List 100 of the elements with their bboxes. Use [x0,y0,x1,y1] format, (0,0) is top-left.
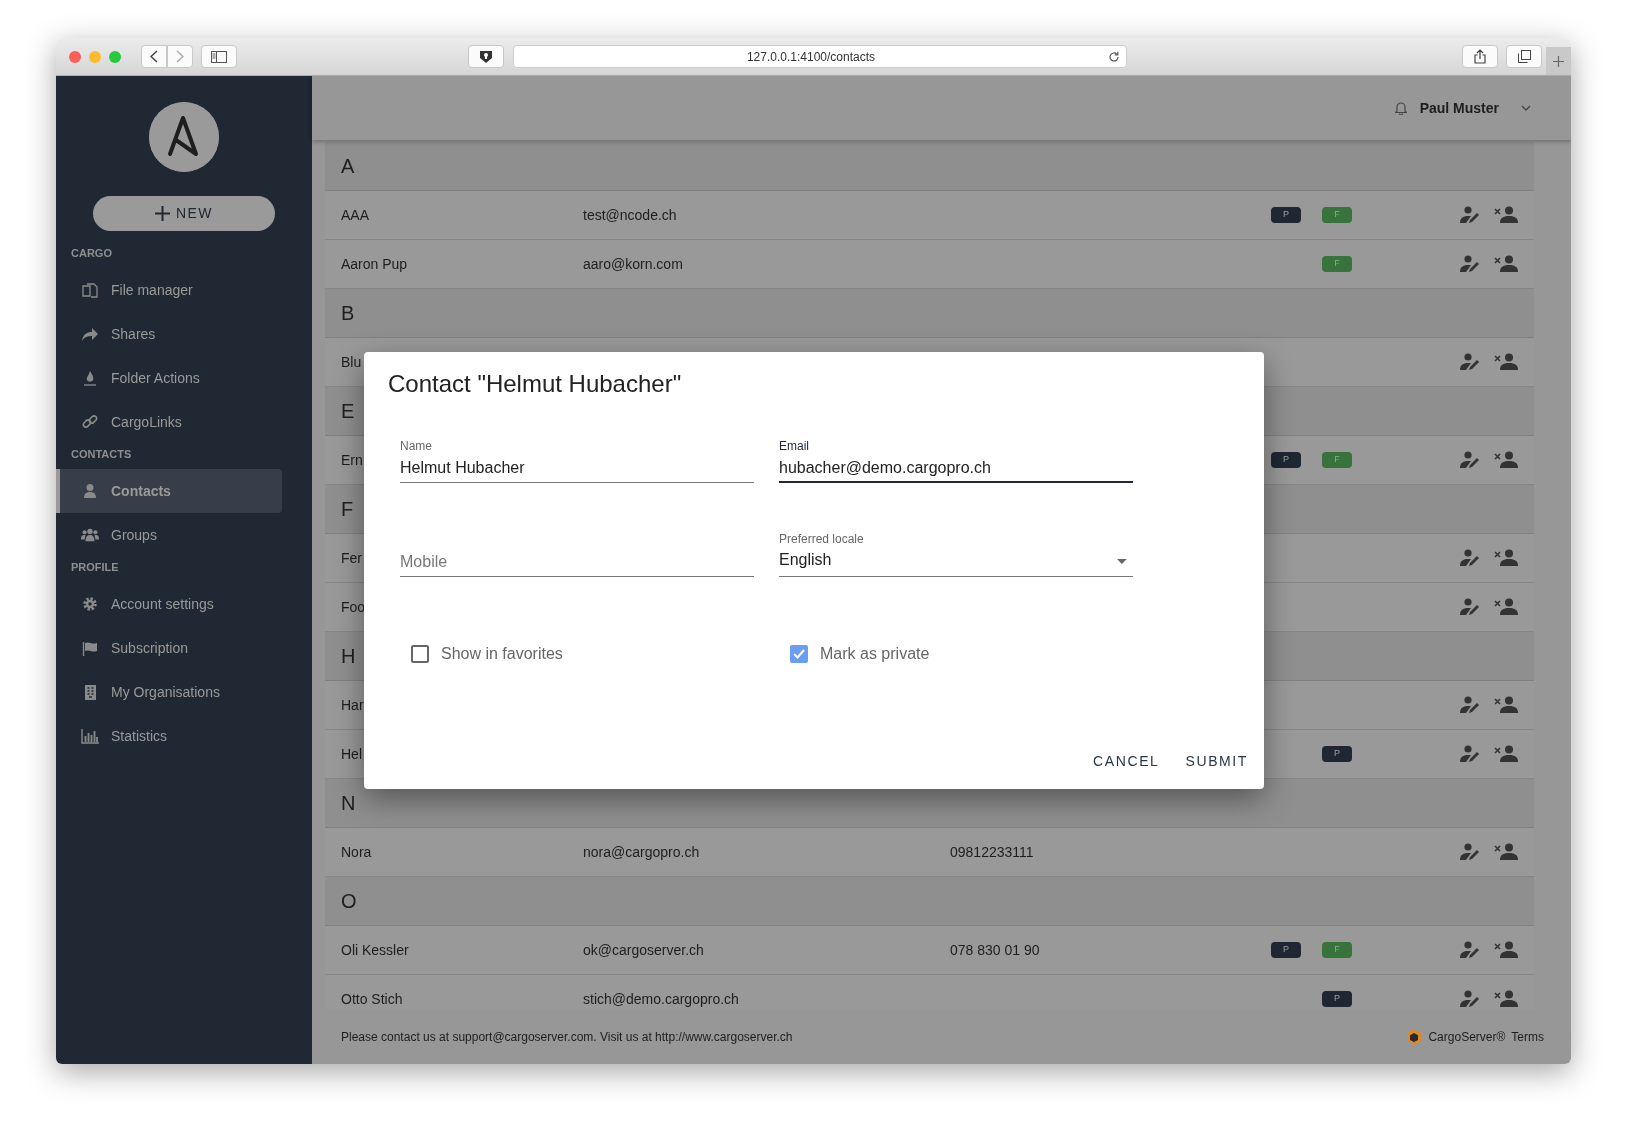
contact-name: Har [341,695,364,715]
input-field[interactable]: Mobile [400,530,754,577]
contact-name: Ern [341,451,363,468]
remove-person-icon[interactable] [1494,451,1518,469]
address-bar[interactable]: 127.0.0.1:4100/contacts [513,45,1127,68]
cancel-button[interactable]: CANCEL [1085,747,1168,776]
contact-name: Fer [341,548,362,568]
sidebar-item[interactable]: Folder Actions [56,356,282,400]
remove-person-icon[interactable] [1494,990,1518,1008]
contact-name: AAA [341,206,369,223]
share-icon [81,326,99,342]
contact-name: Aaron Pup [341,255,408,272]
sidebar-icon [211,50,227,63]
tag: F [1322,207,1352,223]
group-letter: H [341,644,356,669]
contact-email: ok@cargoserver.ch [583,940,705,960]
edit-person-icon[interactable] [1460,255,1482,273]
contact-name: Oli Kessler [341,941,409,958]
field-label: Preferred locale [779,532,865,547]
sidebar-item[interactable]: Shares [56,312,282,356]
reload-icon[interactable] [1108,50,1120,63]
edit-person-icon[interactable] [1460,745,1482,763]
sidebar-item[interactable]: My Organisations [56,670,282,714]
group-letter: A [341,154,355,179]
group-letter: B [341,301,355,326]
contact-email: aaro@korn.com [583,254,684,274]
contact-name: Nora [341,843,372,860]
remove-person-icon[interactable] [1494,598,1518,616]
tabs-icon [1517,50,1531,63]
checkbox[interactable] [411,645,429,663]
tag: F [1322,256,1352,272]
remove-person-icon[interactable] [1494,843,1518,861]
edit-person-icon[interactable] [1460,843,1482,861]
tag: P [1322,746,1352,762]
sidebar-item[interactable]: Contacts [56,469,282,513]
remove-person-icon[interactable] [1494,941,1518,959]
group-letter: E [341,399,355,424]
section-title: CARGO [70,246,113,261]
field-label: Name [400,439,433,454]
bar-chart-icon [81,728,99,744]
back-button[interactable] [141,45,167,68]
shield-icon [479,49,493,64]
share-button[interactable] [1462,45,1498,68]
tag: P [1271,207,1301,223]
contact-email: stich@demo.cargopro.ch [583,989,740,1009]
sidebar-item[interactable]: Subscription [56,626,282,670]
sidebar-item[interactable]: Account settings [56,582,282,626]
close-button[interactable] [69,50,81,63]
sidebar-item[interactable]: File manager [56,268,282,312]
brand-name: CargoServer® [1428,1029,1506,1046]
back-icon [150,50,158,63]
remove-person-icon[interactable] [1494,353,1518,371]
input-field[interactable]: hubacher@demo.cargopro.ch [779,454,1133,483]
edit-person-icon[interactable] [1460,549,1482,567]
remove-person-icon[interactable] [1494,255,1518,273]
edit-person-icon[interactable] [1460,990,1482,1008]
user-name[interactable]: Paul Muster [1419,97,1499,119]
new-button[interactable]: NEW [93,196,275,231]
edit-person-icon[interactable] [1460,206,1482,224]
section-title: CONTACTS [70,447,133,462]
dropdown-caret-icon[interactable] [1117,559,1127,564]
select-value: English [779,550,833,570]
submit-button[interactable]: SUBMIT [1177,747,1256,776]
chevron-down-icon[interactable] [1521,105,1531,111]
sidebar-item[interactable]: Groups [56,513,282,557]
edit-person-icon[interactable] [1460,451,1482,469]
edit-person-icon[interactable] [1460,941,1482,959]
new-tab-button[interactable] [1546,47,1571,75]
remove-person-icon[interactable] [1494,696,1518,714]
checkbox[interactable] [790,645,808,663]
sidebar-button[interactable] [201,45,237,68]
person-icon [83,483,97,499]
plus-icon [1553,55,1564,67]
edit-person-icon[interactable] [1460,353,1482,371]
checkbox-label: Show in favorites [441,644,563,664]
edit-person-icon[interactable] [1460,696,1482,714]
flag-icon [81,640,99,656]
remove-person-icon[interactable] [1494,206,1518,224]
settings-icon [82,596,98,612]
privacy-button[interactable] [468,45,504,68]
notification-bell-icon[interactable] [1394,101,1407,115]
tabs-button[interactable] [1506,45,1542,68]
terms-link[interactable]: Terms [1511,1028,1544,1046]
sidebar-item[interactable]: Statistics [56,714,282,758]
select-field[interactable]: English [779,547,1133,577]
contact-name: Otto Stich [341,990,403,1007]
input-field[interactable]: Helmut Hubacher [400,454,754,483]
tag: F [1322,452,1352,468]
tag: P [1271,942,1301,958]
contact-phone: 09812233111 [950,842,1035,862]
forward-icon [176,50,184,63]
edit-person-icon[interactable] [1460,598,1482,616]
contact-email: nora@cargopro.ch [583,842,701,862]
sidebar-item[interactable]: CargoLinks [56,400,282,444]
remove-person-icon[interactable] [1494,745,1518,763]
tag: P [1271,452,1301,468]
logo [1406,1028,1423,1046]
tag: F [1322,942,1352,958]
contact-name: Foo [341,597,366,617]
remove-person-icon[interactable] [1494,549,1518,567]
